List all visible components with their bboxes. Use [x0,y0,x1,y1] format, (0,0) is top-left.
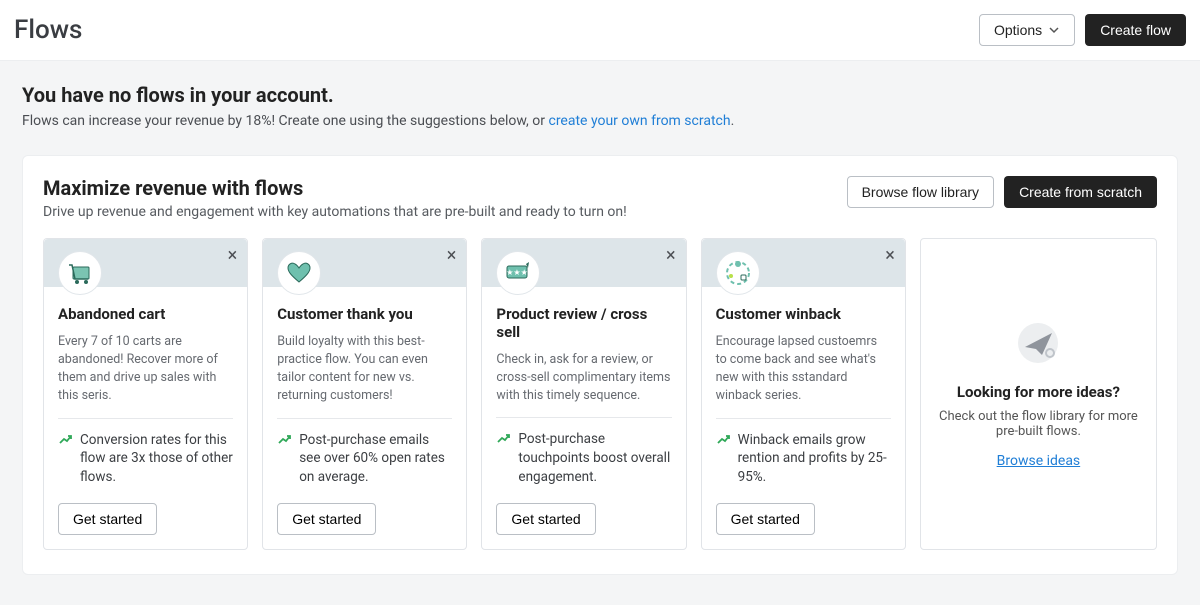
intro-text: Flows can increase your revenue by 18%! … [22,113,1178,129]
card-stat: Post-purchase emails see over 60% open r… [277,431,452,488]
card-body: Customer thank you Build loyalty with th… [263,287,466,549]
topbar-actions: Options Create flow [979,14,1186,46]
more-text: Check out the flow library for more pre-… [937,409,1140,439]
create-flow-button[interactable]: Create flow [1085,14,1186,46]
create-from-scratch-link[interactable]: create your own from scratch [548,113,730,129]
cta-label: Get started [292,511,361,527]
intro-section: You have no flows in your account. Flows… [0,61,1200,139]
card-footer: Get started [277,503,452,535]
close-icon[interactable]: × [885,247,895,265]
card-separator [277,418,452,419]
options-label: Options [994,22,1042,38]
card-header: × [44,239,247,287]
flow-card-thank-you: × Customer thank you Build loyalty with … [262,238,467,550]
card-stat-text: Post-purchase emails see over 60% open r… [299,431,452,488]
card-separator [716,418,891,419]
maximize-panel: Maximize revenue with flows Drive up rev… [22,155,1178,575]
card-stat-text: Winback emails grow rention and profits … [738,431,891,488]
intro-heading: You have no flows in your account. [22,83,1178,107]
card-body: Customer winback Encourage lapsed custoe… [702,287,905,549]
panel-subheading: Drive up revenue and engagement with key… [43,204,627,220]
card-separator [496,417,671,418]
card-body: Product review / cross sell Check in, as… [482,287,685,549]
create-from-scratch-label: Create from scratch [1019,184,1142,200]
page-title: Flows [14,15,82,45]
topbar: Flows Options Create flow [0,0,1200,61]
card-title: Abandoned cart [58,305,233,323]
card-title: Customer thank you [277,305,452,323]
card-desc: Check in, ask for a review, or cross-sel… [496,351,671,405]
card-footer: Get started [58,503,233,535]
trend-up-icon [716,433,730,447]
heart-icon [277,251,321,295]
card-stat: Winback emails grow rention and profits … [716,431,891,488]
browse-library-label: Browse flow library [862,184,979,200]
cart-icon [58,251,102,295]
winback-icon [716,251,760,295]
card-stat-text: Post-purchase touchpoints boost overall … [518,430,671,487]
card-separator [58,418,233,419]
trend-up-icon [277,433,291,447]
panel-head: Maximize revenue with flows Drive up rev… [43,176,1157,220]
card-desc: Encourage lapsed custoemrs to come back … [716,333,891,406]
browse-library-button[interactable]: Browse flow library [847,176,994,208]
card-header: ★★★ × [482,239,685,287]
card-title: Product review / cross sell [496,305,671,341]
get-started-button[interactable]: Get started [58,503,157,535]
card-desc: Every 7 of 10 carts are abandoned! Recov… [58,333,233,406]
more-heading: Looking for more ideas? [957,383,1120,401]
panel-heading: Maximize revenue with flows [43,176,627,200]
close-icon[interactable]: × [228,247,238,265]
intro-text-prefix: Flows can increase your revenue by 18%! … [22,113,548,129]
browse-ideas-link[interactable]: Browse ideas [997,453,1081,469]
trend-up-icon [58,433,72,447]
cta-label: Get started [511,511,580,527]
card-stat-text: Conversion rates for this flow are 3x th… [80,431,233,488]
card-body: Abandoned cart Every 7 of 10 carts are a… [44,287,247,549]
paper-plane-icon [1010,319,1066,367]
svg-text:★★★: ★★★ [507,268,529,277]
chevron-down-icon [1048,24,1060,36]
card-footer: Get started [716,503,891,535]
trend-up-icon [496,432,510,446]
panel-actions: Browse flow library Create from scratch [847,176,1157,208]
flow-card-abandoned-cart: × Abandoned cart Every 7 of 10 carts are… [43,238,248,550]
create-flow-label: Create flow [1100,22,1171,38]
intro-text-suffix: . [731,113,735,129]
panel-head-text: Maximize revenue with flows Drive up rev… [43,176,627,220]
card-header: × [702,239,905,287]
more-ideas-card: Looking for more ideas? Check out the fl… [920,238,1157,550]
card-title: Customer winback [716,305,891,323]
card-footer: Get started [496,503,671,535]
cta-label: Get started [731,511,800,527]
cta-label: Get started [73,511,142,527]
options-button[interactable]: Options [979,14,1075,46]
get-started-button[interactable]: Get started [496,503,595,535]
card-stat: Conversion rates for this flow are 3x th… [58,431,233,488]
flow-card-winback: × Customer winback Encourage lapsed cust… [701,238,906,550]
card-row: × Abandoned cart Every 7 of 10 carts are… [43,238,1157,550]
get-started-button[interactable]: Get started [716,503,815,535]
card-stat: Post-purchase touchpoints boost overall … [496,430,671,487]
close-icon[interactable]: × [666,247,676,265]
card-desc: Build loyalty with this best-practice fl… [277,333,452,406]
create-from-scratch-button[interactable]: Create from scratch [1004,176,1157,208]
flow-card-review-cross-sell: ★★★ × Product review / cross sell Check … [481,238,686,550]
card-header: × [263,239,466,287]
close-icon[interactable]: × [447,247,457,265]
get-started-button[interactable]: Get started [277,503,376,535]
